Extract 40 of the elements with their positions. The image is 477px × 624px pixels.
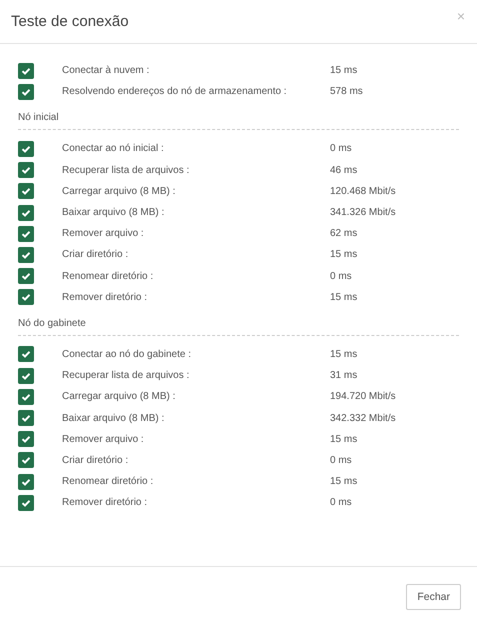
test-result: 31 ms (330, 370, 358, 382)
test-result: 0 ms (330, 270, 352, 282)
test-result: 15 ms (330, 65, 358, 76)
test-label: Criar diretório : (62, 249, 130, 260)
test-label: Remover diretório : (62, 292, 148, 303)
test-label: Renomear diretório : (62, 476, 154, 488)
section-heading: Nó do gabinete (18, 316, 87, 329)
test-label: Baixar arquivo (8 MB) : (62, 412, 166, 424)
test-label: Criar diretório : (62, 454, 130, 466)
section-heading: Nó inicial (18, 111, 60, 124)
test-label: Conectar ao nó inicial : (62, 143, 165, 154)
test-result: 0 ms (330, 497, 352, 508)
test-label: Carregar arquivo (8 MB) : (62, 391, 176, 402)
test-label: Renomear diretório : (62, 270, 154, 282)
test-label: Remover arquivo : (62, 434, 145, 445)
test-label: Resolvendo endereços do nó de armazenamento : (62, 86, 288, 98)
test-result: 341.326 Mbit/s (330, 207, 396, 218)
test-label: Baixar arquivo (8 MB) : (62, 207, 166, 218)
test-result: 15 ms (330, 476, 358, 488)
test-result: 0 ms (330, 454, 352, 466)
test-label: Remover arquivo : (62, 228, 145, 240)
test-label: Recuperar lista de arquivos : (62, 164, 190, 176)
test-result: 120.468 Mbit/s (330, 186, 396, 197)
test-label: Recuperar lista de arquivos : (62, 370, 190, 382)
test-result: 15 ms (330, 249, 358, 260)
test-label: Conectar ao nó do gabinete : (62, 348, 192, 360)
test-result: 46 ms (330, 164, 358, 176)
test-result: 15 ms (330, 292, 358, 303)
test-result: 62 ms (330, 228, 358, 240)
test-result: 0 ms (330, 143, 352, 154)
test-label: Remover diretório : (62, 497, 148, 508)
test-result: 194.720 Mbit/s (330, 391, 396, 402)
test-result: 578 ms (330, 86, 363, 98)
dialog-title: Teste de conexão (11, 13, 129, 30)
test-result: 15 ms (330, 434, 358, 445)
test-label: Conectar à nuvem : (62, 65, 150, 76)
test-result: 342.332 Mbit/s (330, 412, 396, 424)
test-label: Carregar arquivo (8 MB) : (62, 186, 176, 197)
test-result: 15 ms (330, 348, 358, 360)
close-button[interactable]: Fechar (406, 584, 461, 610)
